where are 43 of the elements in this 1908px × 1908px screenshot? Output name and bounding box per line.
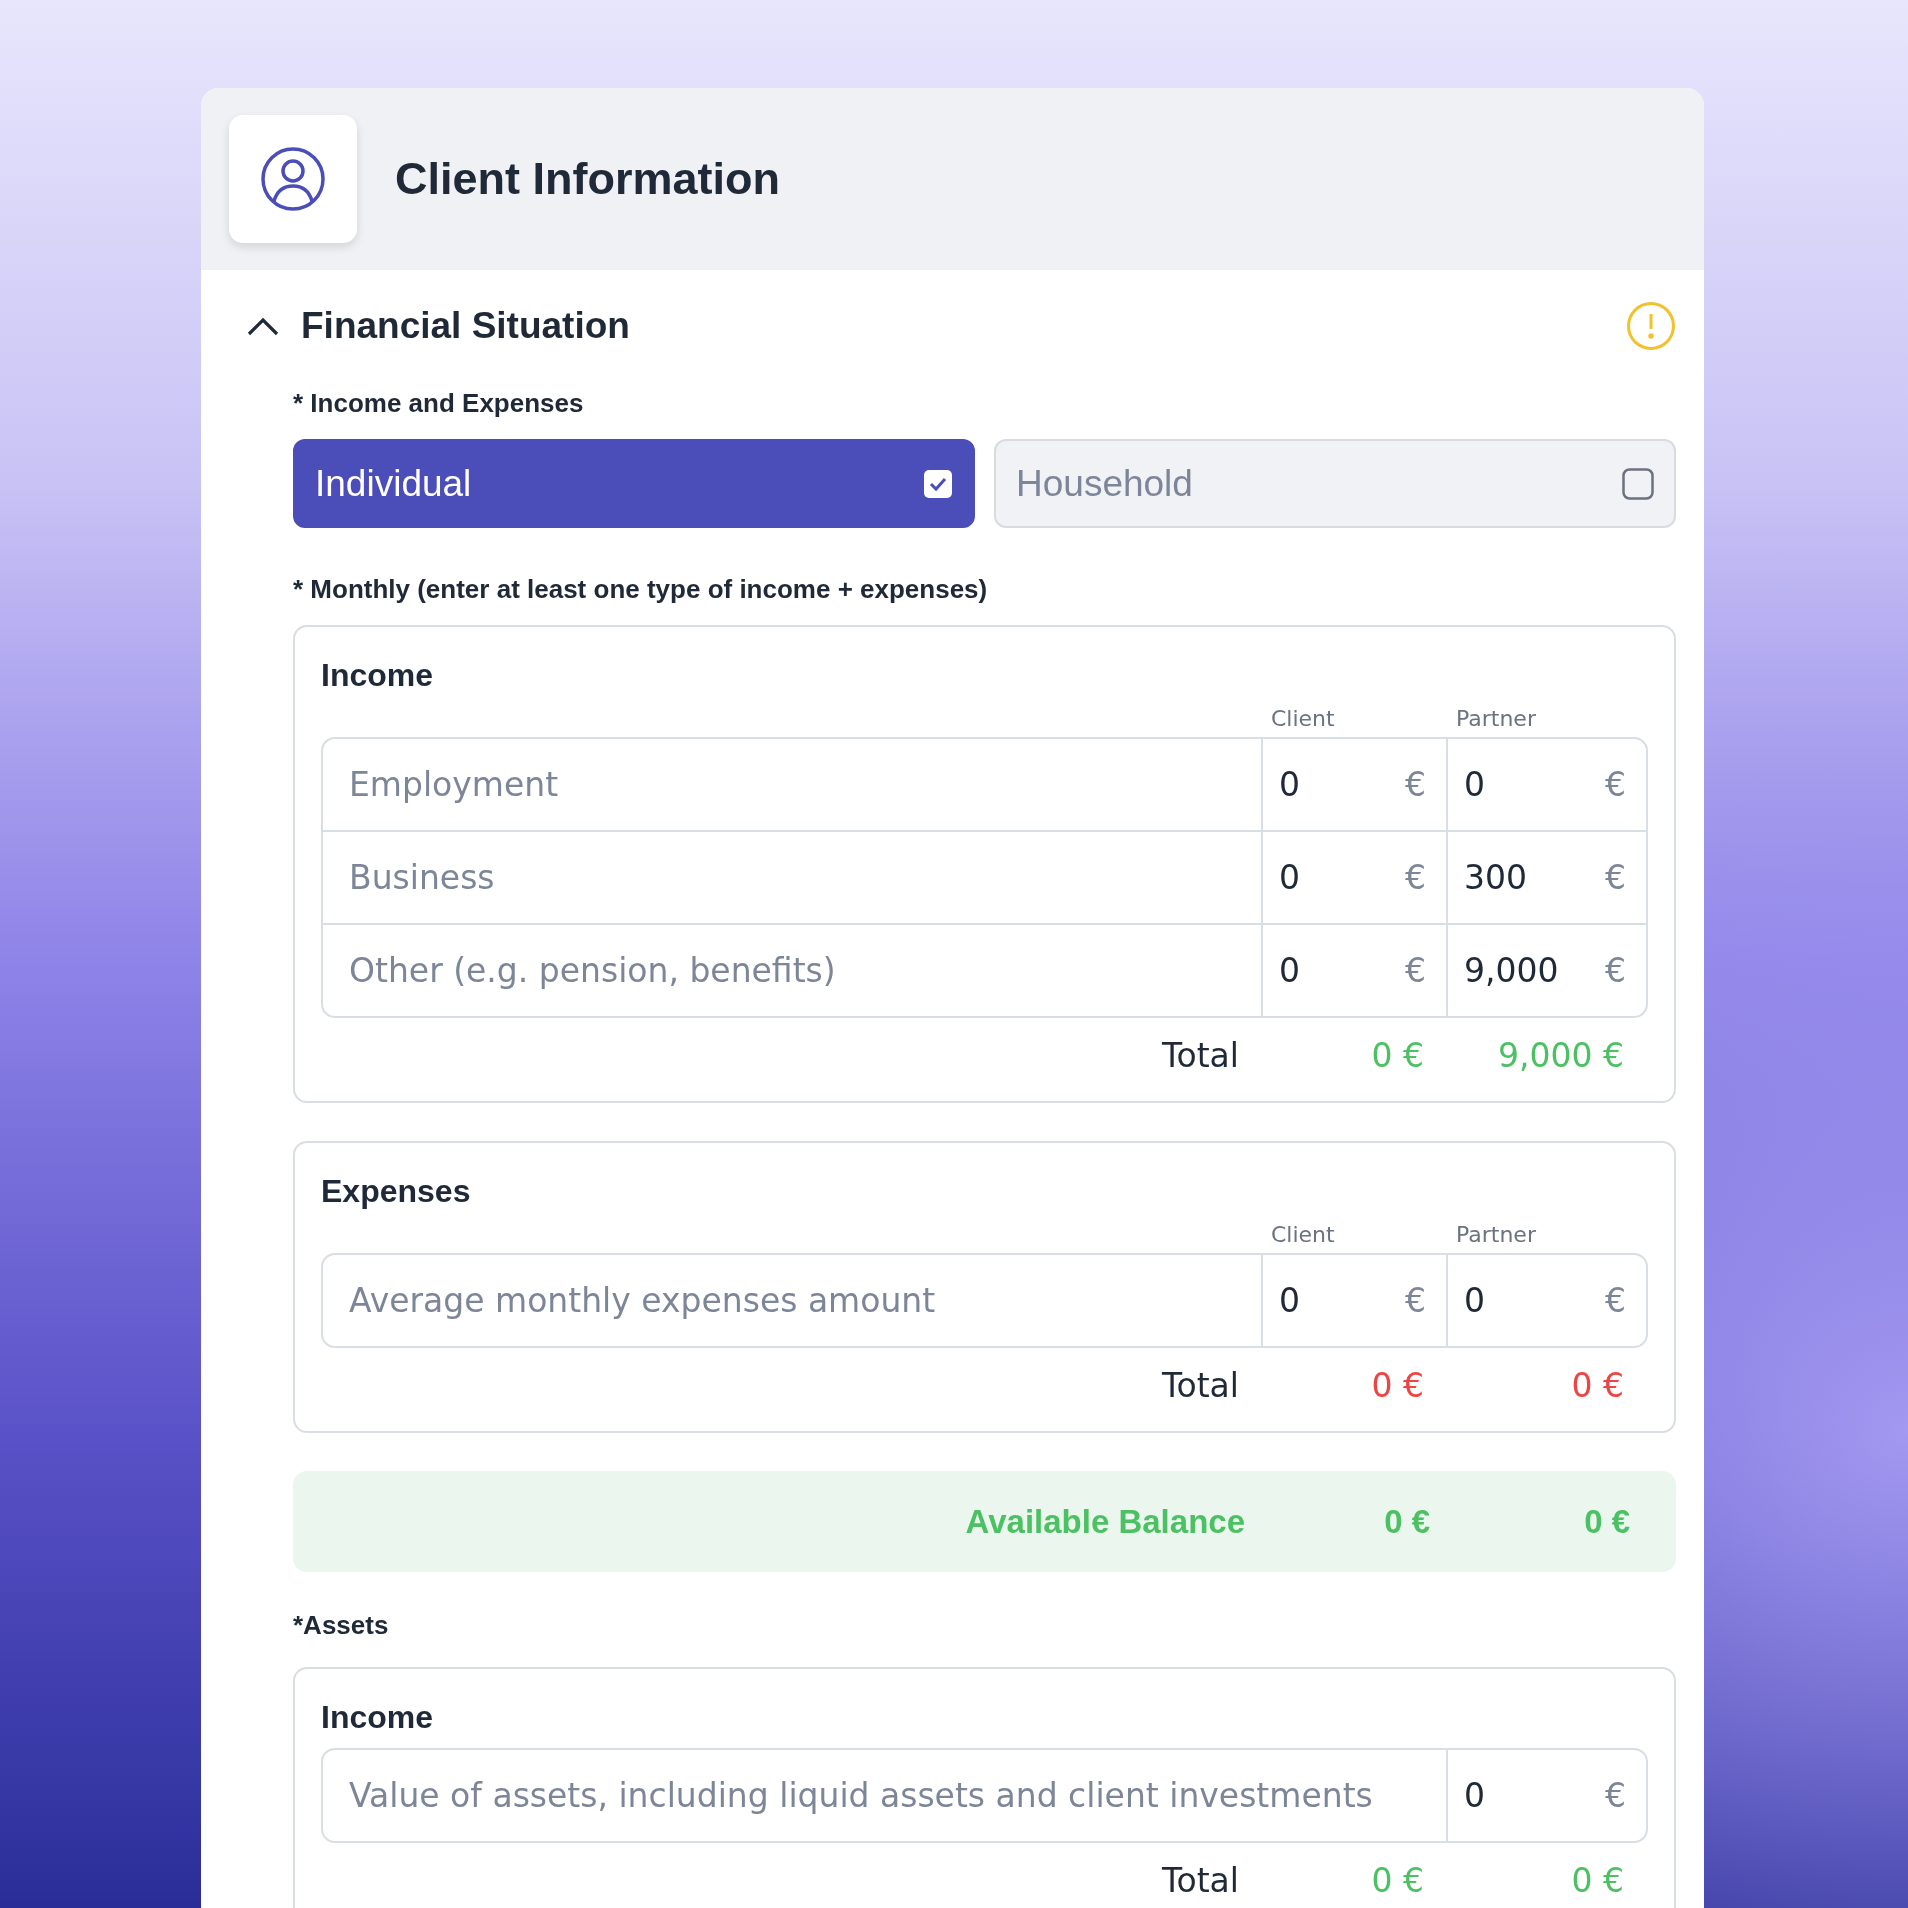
total-label: Total bbox=[1161, 1366, 1240, 1405]
total-label: Total bbox=[1161, 1861, 1240, 1900]
checkbox-icon[interactable] bbox=[1622, 467, 1654, 500]
balance-value: 0 € bbox=[1383, 1502, 1431, 1541]
total-value: 0 € bbox=[1370, 1036, 1425, 1075]
field-label: *Assets bbox=[293, 1610, 390, 1641]
user-icon bbox=[229, 115, 357, 243]
page-title: Client Information bbox=[395, 153, 780, 205]
column-header: Partner bbox=[1455, 706, 1537, 731]
checkbox-icon[interactable] bbox=[923, 468, 953, 499]
option-toggle[interactable]: Individual bbox=[293, 439, 975, 528]
section-title: Financial Situation bbox=[301, 305, 631, 347]
column-header: Partner bbox=[1455, 1222, 1537, 1247]
total-value: 0 € bbox=[1570, 1366, 1625, 1405]
total-value: 0 € bbox=[1370, 1861, 1425, 1900]
amount-input[interactable]: 9,000 € bbox=[1446, 925, 1646, 1016]
total-value: 0 € bbox=[1570, 1861, 1625, 1900]
amount-input[interactable]: 0 € bbox=[1446, 739, 1646, 830]
field-label: * Income and Expenses bbox=[293, 388, 585, 419]
total-label: Total bbox=[1161, 1036, 1240, 1075]
total-value: 0 € bbox=[1370, 1366, 1425, 1405]
amount-input[interactable]: 0 € bbox=[1261, 739, 1446, 830]
column-header: Client bbox=[1270, 706, 1336, 731]
amount-input[interactable]: 0 € bbox=[1446, 1750, 1646, 1841]
amount-input[interactable]: 300 € bbox=[1446, 832, 1646, 923]
card-title: Expenses bbox=[321, 1173, 472, 1210]
column-header: Client bbox=[1270, 1222, 1336, 1247]
card-title: Income bbox=[321, 657, 435, 694]
row-label: Employment bbox=[348, 764, 560, 806]
amount-input[interactable]: 0 € bbox=[1261, 1255, 1446, 1346]
balance-value: 0 € bbox=[1583, 1502, 1631, 1541]
row-label: Value of assets, including liquid assets and client investments bbox=[348, 1775, 1374, 1817]
amount-input[interactable]: 0 € bbox=[1446, 1255, 1646, 1346]
field-label: * Monthly (enter at least one type of income + expenses) bbox=[293, 574, 989, 605]
amount-input[interactable]: 0 € bbox=[1261, 832, 1446, 923]
amount-input[interactable]: 0 € bbox=[1261, 925, 1446, 1016]
chevron-icon[interactable] bbox=[247, 316, 279, 336]
balance-label: Available Balance bbox=[965, 1502, 1246, 1541]
row-label: Average monthly expenses amount bbox=[348, 1280, 937, 1322]
row-label: Business bbox=[348, 857, 496, 899]
total-value: 9,000 € bbox=[1497, 1036, 1625, 1075]
card-title: Income bbox=[321, 1699, 435, 1736]
row-label: Other (e.g. pension, benefits) bbox=[348, 950, 837, 992]
